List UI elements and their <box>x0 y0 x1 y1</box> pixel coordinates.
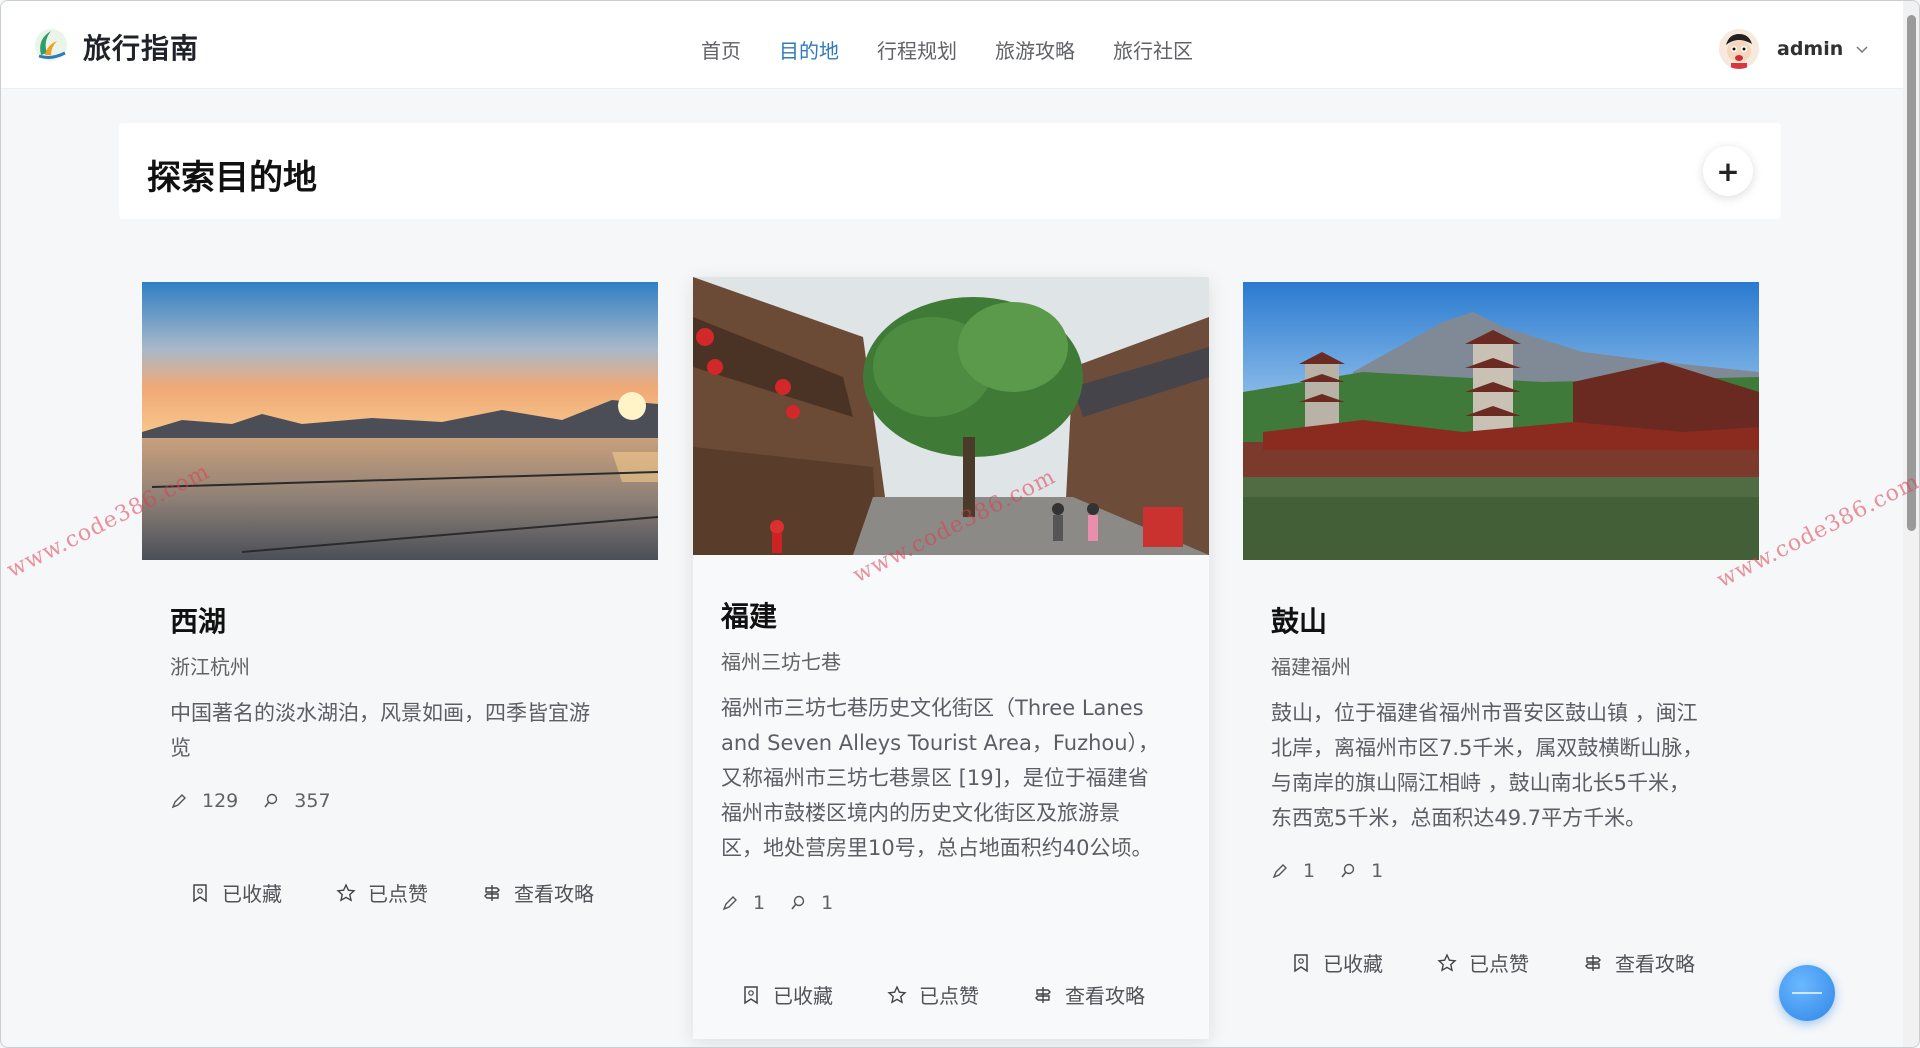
destination-description: 福州市三坊七巷历史文化街区（Three Lanes and Seven Alle… <box>721 696 1160 860</box>
pen-icon <box>171 794 186 809</box>
liked-button[interactable]: 已点赞 <box>1437 948 1529 977</box>
star-icon <box>887 984 907 1004</box>
brand-title: 旅行指南 <box>83 32 200 65</box>
add-destination-button[interactable]: + <box>1703 146 1753 196</box>
avatar-cartoon-icon <box>1719 29 1759 69</box>
app-window: 旅行指南 首页 目的地 行程规划 旅游攻略 旅行社区 admin 探索目的地 +… <box>0 0 1920 1048</box>
stat-count: 357 <box>294 790 331 812</box>
search-icon <box>791 895 805 910</box>
view-guide-button[interactable]: 查看攻略 <box>482 878 594 907</box>
card-actions: 已收藏 已点赞 查看攻略 <box>1291 948 1749 977</box>
nav-home[interactable]: 首页 <box>701 35 741 64</box>
bookmark-icon <box>744 985 758 1004</box>
view-guide-button[interactable]: 查看攻略 <box>1033 980 1145 1009</box>
search-icon <box>1341 863 1355 878</box>
avatar[interactable] <box>1719 29 1759 69</box>
signpost-icon <box>1035 986 1051 1003</box>
destination-location: 浙江杭州 <box>170 655 250 679</box>
stat-count: 1 <box>821 892 834 914</box>
destination-name[interactable]: 西湖 <box>170 600 226 640</box>
main-nav: 首页 目的地 行程规划 旅游攻略 旅行社区 <box>701 35 1231 64</box>
destination-description: 中国著名的淡水湖泊，风景如画，四季皆宜游览 <box>170 701 590 760</box>
card-actions: 已收藏 已点赞 查看攻略 <box>190 878 648 907</box>
nav-guides[interactable]: 旅游攻略 <box>995 35 1075 64</box>
destination-card[interactable]: 鼓山 福建福州 鼓山，位于福建省福州市晋安区鼓山镇 ，闽江北岸，离福州市区7.5… <box>1243 282 1759 1022</box>
liked-button[interactable]: 已点赞 <box>887 980 979 1009</box>
top-navbar: 旅行指南 首页 目的地 行程规划 旅游攻略 旅行社区 admin <box>1 1 1903 89</box>
view-guide-button[interactable]: 查看攻略 <box>1583 948 1695 977</box>
destination-image-gushan[interactable] <box>1243 282 1759 560</box>
bookmark-icon <box>1294 953 1308 972</box>
lake-sunset-image <box>142 282 658 560</box>
destination-name[interactable]: 鼓山 <box>1271 600 1327 640</box>
nav-itinerary[interactable]: 行程规划 <box>877 35 957 64</box>
star-icon <box>1437 952 1457 972</box>
destination-card-hovered[interactable]: 福建 福州三坊七巷 福州市三坊七巷历史文化街区（Three Lanes and … <box>693 277 1209 1039</box>
search-icon <box>264 793 278 808</box>
star-icon <box>336 882 356 902</box>
bookmark-icon <box>193 883 207 902</box>
logo-icon[interactable] <box>31 25 71 65</box>
signpost-icon <box>484 884 500 901</box>
floating-assistant-button[interactable] <box>1779 965 1835 1021</box>
destination-description: 鼓山，位于福建省福州市晋安区鼓山镇 ，闽江北岸，离福州市区7.5千米，属双鼓横断… <box>1271 701 1704 830</box>
stat-count: 129 <box>202 790 239 812</box>
pen-icon <box>722 896 737 911</box>
username[interactable]: admin <box>1777 38 1843 60</box>
scrollbar-thumb[interactable] <box>1907 15 1916 531</box>
nav-destinations[interactable]: 目的地 <box>779 35 839 64</box>
destination-location: 福建福州 <box>1271 655 1351 679</box>
page-scrollbar[interactable] <box>1903 1 1919 1047</box>
card-actions: 已收藏 已点赞 查看攻略 <box>741 980 1199 1009</box>
destination-name[interactable]: 福建 <box>721 595 777 635</box>
favorited-button[interactable]: 已收藏 <box>741 980 833 1009</box>
nav-community[interactable]: 旅行社区 <box>1113 35 1193 64</box>
pen-icon <box>1272 864 1287 879</box>
user-menu[interactable]: admin <box>1719 29 1869 69</box>
destination-stats: 1 1 <box>721 892 857 914</box>
destination-stats: 1 1 <box>1271 860 1407 882</box>
page-header-panel: 探索目的地 + <box>119 123 1781 219</box>
stat-count: 1 <box>753 892 766 914</box>
page-title: 探索目的地 <box>147 158 317 198</box>
stat-count: 1 <box>1303 860 1316 882</box>
destination-image-xihu[interactable] <box>142 282 658 560</box>
stat-count: 1 <box>1371 860 1384 882</box>
destination-stats: 129 357 <box>170 790 355 812</box>
mountain-temple-image <box>1243 282 1759 560</box>
chevron-down-icon[interactable] <box>1855 42 1869 56</box>
liked-button[interactable]: 已点赞 <box>336 878 428 907</box>
signpost-icon <box>1585 954 1601 971</box>
favorited-button[interactable]: 已收藏 <box>190 878 282 907</box>
destination-card[interactable]: 西湖 浙江杭州 中国著名的淡水湖泊，风景如画，四季皆宜游览 129 357 已收… <box>142 282 658 942</box>
favorited-button[interactable]: 已收藏 <box>1291 948 1383 977</box>
destination-location: 福州三坊七巷 <box>721 650 841 674</box>
